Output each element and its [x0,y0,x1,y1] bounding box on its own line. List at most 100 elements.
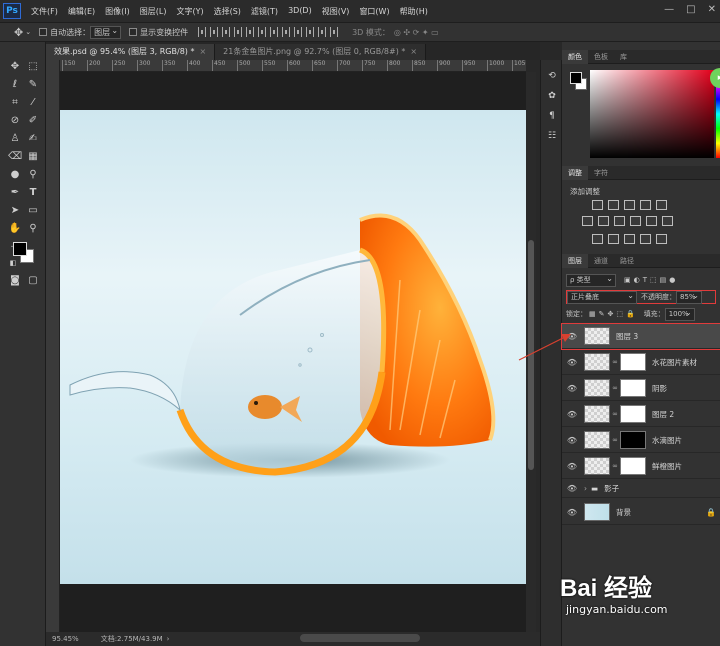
distribute-right-icon[interactable] [330,27,339,37]
close-button[interactable]: ✕ [708,4,716,15]
tab-goldfish-png[interactable]: 21条金鱼图片.png @ 92.7% (图层 0, RGB/8#) * × [215,44,427,60]
foreground-color-swatch[interactable] [13,242,27,256]
align-bottom-icon[interactable] [222,27,231,37]
layer-mask-thumbnail[interactable] [620,379,646,397]
menu-item[interactable]: 选择(S) [214,6,241,17]
link-icon[interactable]: ∞ [612,436,618,444]
eraser-tool-icon[interactable]: ⌫ [8,150,22,164]
eye-icon[interactable]: 👁 [566,436,578,445]
eye-icon[interactable]: 👁 [566,384,578,393]
close-icon[interactable]: × [199,47,206,56]
lasso-tool-icon[interactable]: ℓ [8,78,22,92]
zoom-tool-icon[interactable]: ⚲ [26,222,40,236]
levels-icon[interactable] [608,200,619,210]
history-brush-tool-icon[interactable]: ✍ [26,132,40,146]
type-tool-icon[interactable]: T [26,186,40,200]
menu-item[interactable]: 文件(F) [31,6,58,17]
maximize-button[interactable]: □ [686,4,695,15]
auto-select-dropdown[interactable]: 图层 [90,25,122,39]
layer-row[interactable]: 👁 ∞ 水滴图片 [562,428,720,453]
tab-color[interactable]: 颜色 [562,49,588,64]
menu-item[interactable]: 文字(Y) [176,6,203,17]
layer-mask-thumbnail[interactable] [620,353,646,371]
layer-row[interactable]: 👁 背景 🔒 [562,500,720,525]
screen-mode-icon[interactable]: ▢ [26,274,40,288]
eye-icon[interactable]: 👁 [566,462,578,471]
gradient-map-icon[interactable] [640,234,651,244]
blur-tool-icon[interactable]: ● [8,168,22,182]
quick-select-tool-icon[interactable]: ✎ [26,78,40,92]
layer-filter-dropdown[interactable]: ρ 类型 [566,273,616,287]
color-lookup-icon[interactable] [662,216,673,226]
close-icon[interactable]: × [410,47,417,56]
brush-settings-icon[interactable]: ✿ [546,90,558,102]
exposure-icon[interactable] [640,200,651,210]
tab-effect-psd[interactable]: 效果.psd @ 95.4% (图层 3, RGB/8) * × [46,44,216,60]
tab-channels[interactable]: 通道 [588,256,614,266]
rectangle-tool-icon[interactable]: ▭ [26,204,40,218]
layer-row[interactable]: 👁 ∞ 阴影 [562,376,720,401]
eye-icon[interactable]: 👁 [566,410,578,419]
pen-tool-icon[interactable]: ✒ [8,186,22,200]
chevron-right-icon[interactable]: › [584,484,587,493]
color-picker-field[interactable] [590,70,714,158]
blend-mode-dropdown[interactable]: 正片叠底 [567,290,637,304]
menu-item[interactable]: 帮助(H) [400,6,428,17]
move-tool-icon[interactable]: ✥ [14,26,23,39]
filter-icons[interactable]: ▣◐T⬚▤● [624,276,678,284]
menu-item[interactable]: 图层(L) [140,6,167,17]
tab-libraries[interactable]: 库 [614,52,633,62]
eyedropper-tool-icon[interactable]: ⁄ [26,96,40,110]
menu-item[interactable]: 窗口(W) [359,6,389,17]
menu-item[interactable]: 滤镜(T) [251,6,278,17]
eye-icon[interactable]: 👁 [566,484,578,493]
paragraph-icon[interactable]: ¶ [546,110,558,122]
tab-paths[interactable]: 路径 [614,256,640,266]
auto-select-option[interactable]: 自动选择： 图层 [39,25,122,39]
fill-input[interactable]: 100% [664,307,695,321]
layer-mask-thumbnail[interactable] [620,457,646,475]
vibrance-icon[interactable] [656,200,667,210]
chevron-down-icon[interactable]: ⌄ [25,28,31,36]
move-tool-icon[interactable]: ✥ [8,60,22,74]
minimize-button[interactable]: — [664,4,674,15]
properties-icon[interactable]: ☷ [546,130,558,142]
link-icon[interactable]: ∞ [612,358,618,366]
threshold-icon[interactable] [624,234,635,244]
invert-icon[interactable] [592,234,603,244]
distribute-bottom-icon[interactable] [294,27,303,37]
eye-icon[interactable]: 👁 [566,508,578,517]
distribute-top-icon[interactable] [270,27,279,37]
distribute-center-icon[interactable] [318,27,327,37]
layer-row[interactable]: 👁 › ▬ 影子 [562,480,720,498]
clone-stamp-tool-icon[interactable]: ♙ [8,132,22,146]
layer-row[interactable]: 👁 ∞ 图层 2 [562,402,720,427]
layer-row[interactable]: 👁 图层 3 [561,323,720,350]
layer-mask-thumbnail[interactable] [620,405,646,423]
link-icon[interactable]: ∞ [612,384,618,392]
menu-item[interactable]: 3D(D) [288,6,312,17]
align-top-icon[interactable] [198,27,207,37]
gradient-tool-icon[interactable]: ▦ [26,150,40,164]
curves-icon[interactable] [624,200,635,210]
crop-tool-icon[interactable]: ⌗ [8,96,22,110]
dodge-tool-icon[interactable]: ⚲ [26,168,40,182]
tab-swatches[interactable]: 色板 [588,52,614,62]
path-select-tool-icon[interactable]: ➤ [8,204,22,218]
black-white-icon[interactable] [614,216,625,226]
default-colors-icon[interactable]: ◧ [6,256,20,270]
hue-saturation-icon[interactable] [582,216,593,226]
menu-item[interactable]: 编辑(E) [68,6,95,17]
link-icon[interactable]: ∞ [612,410,618,418]
marquee-tool-icon[interactable]: ⬚ [26,60,40,74]
photo-filter-icon[interactable] [630,216,641,226]
align-middle-icon[interactable] [210,27,219,37]
selective-color-icon[interactable] [656,234,667,244]
opacity-input[interactable]: 85% [676,290,702,304]
color-foreground-swatch[interactable] [570,72,582,84]
zoom-level[interactable]: 95.45% [52,635,79,643]
posterize-icon[interactable] [608,234,619,244]
channel-mixer-icon[interactable] [646,216,657,226]
tab-adjustments[interactable]: 调整 [562,165,588,180]
show-transform-option[interactable]: 显示变换控件 [129,27,188,38]
